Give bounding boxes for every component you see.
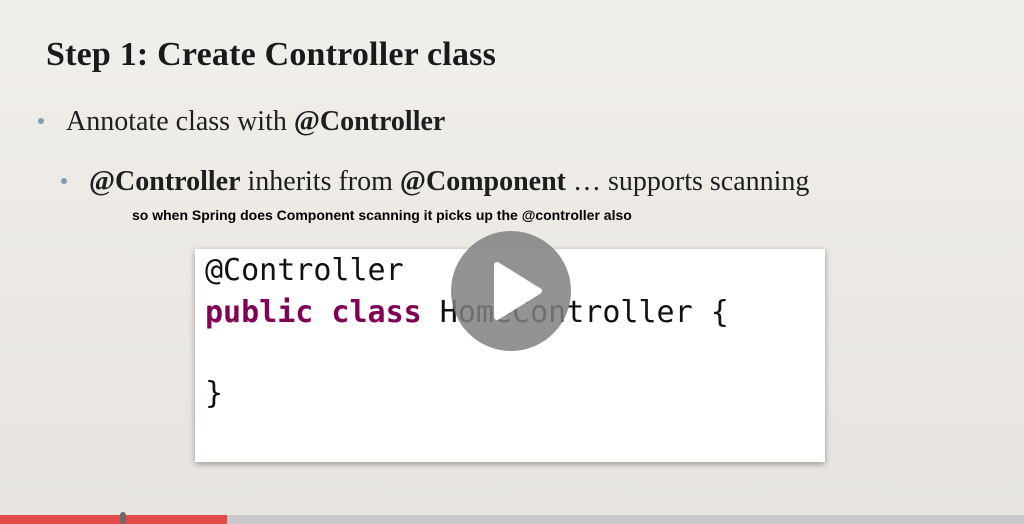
- bullet-dot-icon: [61, 178, 67, 184]
- bullet-bold-text: @Controller: [89, 166, 241, 197]
- bullet-text: … supports scanning: [565, 166, 810, 197]
- progress-played: [0, 515, 228, 524]
- code-line-closing-brace: }: [205, 376, 224, 411]
- play-button[interactable]: [451, 231, 571, 351]
- video-progress-bar[interactable]: [0, 512, 1024, 524]
- play-icon: [494, 262, 542, 320]
- caption-note: so when Spring does Component scanning i…: [132, 207, 632, 223]
- bullet-text: inherits from: [240, 166, 400, 197]
- progress-scrubber-handle[interactable]: [119, 512, 126, 524]
- bullet-dot-icon: [38, 118, 44, 124]
- bullet-item-annotate: Annotate class with @Controller: [38, 106, 445, 138]
- code-keyword: public class: [205, 295, 422, 330]
- code-line-annotation: @Controller: [205, 253, 404, 288]
- bullet-item-inherits: @Controller inherits from @Component … s…: [61, 166, 809, 198]
- video-player[interactable]: Step 1: Create Controller class Annotate…: [0, 0, 1024, 524]
- bullet-bold-text: @Component: [399, 166, 566, 197]
- bullet-bold-text: @Controller: [293, 106, 446, 137]
- slide-title: Step 1: Create Controller class: [46, 36, 497, 73]
- bullet-text: Annotate class with: [66, 106, 294, 137]
